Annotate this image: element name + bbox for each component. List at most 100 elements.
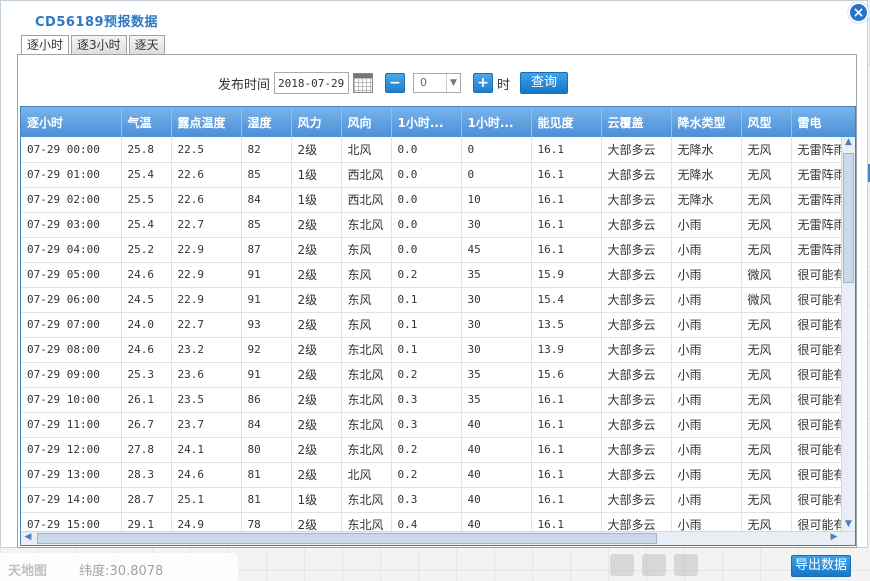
table-cell: 小雨 [671, 362, 742, 388]
hour-decrement-button[interactable]: − [385, 73, 406, 93]
column-header[interactable]: 风向 [341, 107, 392, 137]
column-header[interactable]: 降水类型 [671, 107, 742, 137]
table-cell: 81 [241, 487, 292, 513]
scroll-left-icon[interactable]: ◀ [21, 532, 35, 545]
query-button[interactable]: 查询 [520, 72, 569, 94]
column-header[interactable]: 湿度 [241, 107, 292, 137]
export-data-button[interactable]: 导出数据 [791, 555, 851, 577]
column-header[interactable]: 逐小时 [21, 107, 122, 137]
chevron-down-icon[interactable]: ▼ [446, 74, 460, 92]
table-cell: 微风 [741, 262, 792, 288]
layer-icon[interactable] [642, 553, 666, 576]
hour-increment-button[interactable]: + [473, 73, 494, 93]
table-row[interactable]: 07-29 00:00 25.8 22.5 82 2级 北风 0.0 0 16.1 大部多云 无降水… [21, 137, 855, 163]
table-row[interactable]: 07-29 13:00 28.3 24.6 81 2级 北风 0.2 40 16.1 大部多云 小雨… [21, 462, 855, 488]
table-cell: 91 [241, 362, 292, 388]
table-cell: 大部多云 [601, 387, 672, 413]
table-row[interactable]: 07-29 12:00 27.8 24.1 80 2级 东北风 0.2 40 16.1 大部多云小… [21, 437, 855, 463]
tab-hourly[interactable]: 逐小时 [21, 35, 70, 56]
table-cell: 22.5 [171, 137, 242, 163]
vertical-scroll-thumb[interactable] [843, 153, 854, 283]
table-row[interactable]: 07-29 04:00 25.2 22.9 87 2级 东风 0.0 45 16.1 大部多云 小雨… [21, 237, 855, 263]
table-cell: 无风 [741, 137, 792, 163]
table-row[interactable]: 07-29 06:00 24.5 22.9 91 2级 东风 0.1 30 15.4 大部多云 小雨… [21, 287, 855, 313]
table-row[interactable]: 07-29 03:00 25.4 22.7 85 2级 东北风 0.0 30 16.1 大部多云小… [21, 212, 855, 238]
table-cell: 91 [241, 287, 292, 313]
satellite-icon[interactable] [610, 553, 634, 576]
map-tool-icons [610, 548, 720, 581]
table-cell: 93 [241, 312, 292, 338]
table-cell: 87 [241, 237, 292, 263]
table-cell: 东风 [341, 287, 392, 313]
table-row[interactable]: 07-29 09:00 25.3 23.6 91 2级 东北风 0.2 35 15.6 大部多云小… [21, 362, 855, 388]
column-header[interactable]: 露点温度 [171, 107, 242, 137]
table-row[interactable]: 07-29 07:00 24.0 22.7 93 2级 东风 0.1 30 13.5 大部多云 小雨… [21, 312, 855, 338]
publish-date-input[interactable] [274, 72, 350, 94]
table-cell: 24.1 [171, 437, 242, 463]
table-cell: 东北风 [341, 362, 392, 388]
monitor-icon[interactable] [674, 553, 698, 576]
table-cell: 2级 [291, 262, 342, 288]
table-cell: 无风 [741, 337, 792, 363]
table-cell: 07-29 00:00 [21, 137, 122, 163]
column-header[interactable]: 能见度 [531, 107, 602, 137]
table-cell: 0.2 [391, 462, 462, 488]
table-cell: 16.1 [531, 162, 602, 188]
scroll-right-icon[interactable]: ▶ [827, 532, 841, 545]
vertical-scrollbar[interactable]: ▲ ▼ [841, 137, 855, 533]
column-header[interactable]: 1小时... [461, 107, 532, 137]
horizontal-scroll-thumb[interactable] [37, 533, 657, 544]
table-cell: 22.9 [171, 262, 242, 288]
table-cell: 86 [241, 387, 292, 413]
table-cell: 无风 [741, 437, 792, 463]
table-cell: 无风 [741, 187, 792, 213]
table-cell: 2级 [291, 137, 342, 163]
table-row[interactable]: 07-29 01:00 25.4 22.6 85 1级 西北风 0.0 0 16.1 大部多云 无降… [21, 162, 855, 188]
table-cell: 30 [461, 312, 532, 338]
table-row[interactable]: 07-29 02:00 25.5 22.6 84 1级 西北风 0.0 10 16.1 大部多云无… [21, 187, 855, 213]
table-row[interactable]: 07-29 14:00 28.7 25.1 81 1级 东北风 0.3 40 16.1 大部多云小… [21, 487, 855, 513]
table-cell: 0.1 [391, 337, 462, 363]
table-cell: 23.5 [171, 387, 242, 413]
close-dialog-button[interactable]: × [848, 2, 869, 23]
table-cell: 0.3 [391, 487, 462, 513]
table-row[interactable]: 07-29 10:00 26.1 23.5 86 2级 东北风 0.3 35 16.1 大部多云小… [21, 387, 855, 413]
table-cell: 15.6 [531, 362, 602, 388]
table-header-row: 逐小时 气温 露点温度 湿度 风力 风向 1小时... 1小时... 能见度 云覆盖 降水类型 风型雷… [21, 107, 855, 137]
table-cell: 80 [241, 437, 292, 463]
table-cell: 2级 [291, 237, 342, 263]
column-header[interactable]: 风力 [291, 107, 342, 137]
table-cell: 25.3 [121, 362, 172, 388]
column-header[interactable]: 气温 [121, 107, 172, 137]
table-cell: 小雨 [671, 237, 742, 263]
column-header[interactable]: 雷电 [791, 107, 855, 137]
table-row[interactable]: 07-29 11:00 26.7 23.7 84 2级 东北风 0.3 40 16.1 大部多云小… [21, 412, 855, 438]
table-row[interactable]: 07-29 05:00 24.6 22.9 91 2级 东风 0.2 35 15.9 大部多云 小雨… [21, 262, 855, 288]
column-header[interactable]: 风型 [741, 107, 792, 137]
hour-select[interactable]: 0 ▼ [413, 73, 462, 93]
tab-daily[interactable]: 逐天 [128, 35, 165, 55]
tab-3-hourly[interactable]: 逐3小时 [71, 35, 127, 55]
table-cell: 22.7 [171, 212, 242, 238]
table-cell: 30 [461, 337, 532, 363]
table-row[interactable]: 07-29 08:00 24.6 23.2 92 2级 东北风 0.1 30 13.9 大部多云小… [21, 337, 855, 363]
table-cell: 东风 [341, 262, 392, 288]
table-cell: 26.7 [121, 412, 172, 438]
column-header[interactable]: 1小时... [391, 107, 462, 137]
table-cell: 23.2 [171, 337, 242, 363]
table-cell: 东北风 [341, 212, 392, 238]
table-cell: 13.5 [531, 312, 602, 338]
horizontal-scrollbar[interactable]: ◀ ▶ [21, 531, 855, 545]
table-cell: 小雨 [671, 312, 742, 338]
column-header[interactable]: 云覆盖 [601, 107, 672, 137]
table-cell: 无风 [741, 312, 792, 338]
forecast-dialog: CD56189预报数据 逐小时 逐3小时 逐天 发布时间 − 0 ▼ + 时 查… [0, 0, 868, 548]
table-cell: 西北风 [341, 162, 392, 188]
scroll-up-icon[interactable]: ▲ [842, 137, 855, 151]
table-cell: 北风 [341, 137, 392, 163]
calendar-icon[interactable] [353, 73, 374, 93]
table-cell: 大部多云 [601, 312, 672, 338]
table-cell: 2级 [291, 337, 342, 363]
table-cell: 10 [461, 187, 532, 213]
table-cell: 30 [461, 287, 532, 313]
